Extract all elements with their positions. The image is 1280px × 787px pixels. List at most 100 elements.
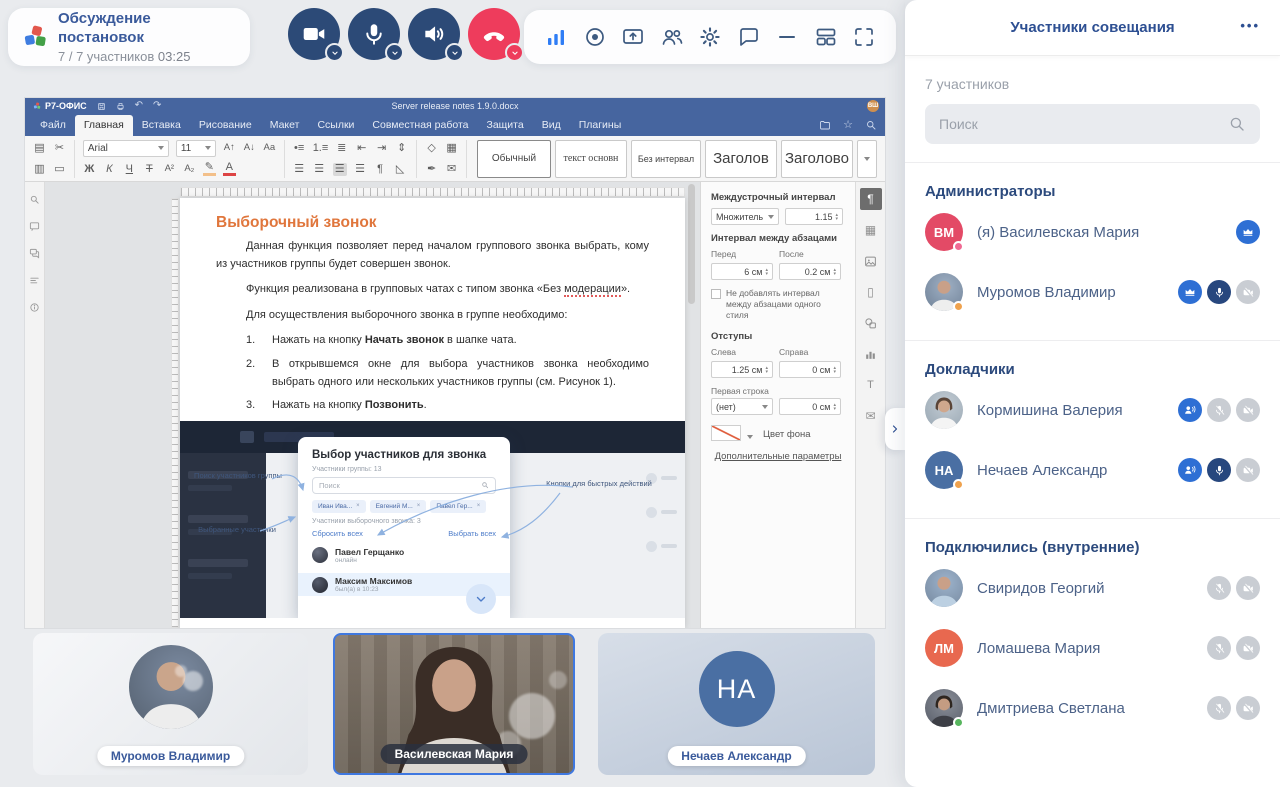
speaker-toggle-button[interactable] xyxy=(408,8,460,60)
tab-protection[interactable]: Защита xyxy=(477,115,532,136)
font-family-select[interactable]: Arial xyxy=(83,140,169,157)
tab-view[interactable]: Вид xyxy=(533,115,570,136)
mic-off-icon[interactable] xyxy=(1207,398,1231,422)
image-settings-icon[interactable] xyxy=(860,250,882,272)
copy-icon[interactable]: ▥ xyxy=(33,164,46,175)
shading-icon[interactable]: ◺ xyxy=(394,164,407,175)
favorite-star-icon[interactable]: ☆ xyxy=(843,118,853,131)
tab-file[interactable]: Файл xyxy=(31,115,75,136)
bold-button[interactable]: Ж xyxy=(83,164,96,175)
speaker-role-icon[interactable] xyxy=(1178,398,1202,422)
paste-icon[interactable]: ▤ xyxy=(33,143,46,154)
save-icon[interactable] xyxy=(97,102,106,111)
change-case-icon[interactable]: Aa xyxy=(263,143,276,153)
participant-row[interactable]: Свиридов Георгий xyxy=(925,558,1260,618)
style-no-spacing[interactable]: Без интервал xyxy=(631,140,701,178)
editor-search-icon[interactable] xyxy=(865,119,877,131)
mic-off-icon[interactable] xyxy=(1207,696,1231,720)
chat-icon[interactable] xyxy=(737,25,761,49)
camera-options-chevron[interactable] xyxy=(325,43,344,62)
tab-references[interactable]: Ссылки xyxy=(308,115,363,136)
video-tile-nechaev[interactable]: НА Нечаев Александр xyxy=(598,633,875,775)
account-avatar[interactable]: ВШ xyxy=(867,100,879,112)
indent-right-stepper[interactable]: 0 см▴▾ xyxy=(779,361,841,378)
camera-off-icon[interactable] xyxy=(1236,398,1260,422)
clear-style-icon[interactable]: ◇ xyxy=(425,143,438,154)
bullet-list-icon[interactable]: •≡ xyxy=(293,143,306,154)
mic-on-icon[interactable] xyxy=(1207,280,1231,304)
spacing-before-stepper[interactable]: 6 см▴▾ xyxy=(711,263,773,280)
about-info-icon[interactable] xyxy=(29,302,40,313)
admin-crown-icon[interactable] xyxy=(1236,220,1260,244)
record-icon[interactable] xyxy=(583,25,607,49)
advanced-settings-link[interactable]: Дополнительные параметры xyxy=(711,451,845,462)
video-tile-muromov[interactable]: Муромов Владимир xyxy=(33,633,308,775)
style-gallery-more[interactable] xyxy=(857,140,877,178)
tab-collaboration[interactable]: Совместная работа xyxy=(363,115,477,136)
search-input[interactable] xyxy=(939,116,1228,132)
panel-menu-dots[interactable]: ••• xyxy=(1240,18,1260,33)
horizontal-ruler[interactable] xyxy=(180,187,685,197)
underline-button[interactable]: Ч xyxy=(123,164,136,175)
vertical-ruler[interactable] xyxy=(171,198,179,628)
chat-panel-icon[interactable] xyxy=(29,248,40,259)
line-spacing-mode-select[interactable]: Множитель xyxy=(711,208,779,225)
document-page[interactable]: Выборочный звонок Данная функция позволя… xyxy=(180,198,685,628)
camera-toggle-button[interactable] xyxy=(288,8,340,60)
mailmerge-settings-icon[interactable]: ✉ xyxy=(860,405,882,427)
decrease-font-icon[interactable]: A↓ xyxy=(243,143,256,153)
participant-row[interactable]: Муромов Владимир xyxy=(925,262,1260,322)
align-right-icon[interactable]: ☰ xyxy=(354,164,367,175)
camera-off-icon[interactable] xyxy=(1236,458,1260,482)
comments-icon[interactable] xyxy=(29,221,40,232)
style-normal[interactable]: Обычный xyxy=(477,140,551,178)
tab-insert[interactable]: Вставка xyxy=(133,115,190,136)
minimize-icon[interactable] xyxy=(775,25,799,49)
tab-plugins[interactable]: Плагины xyxy=(570,115,631,136)
screen-share-icon[interactable] xyxy=(621,25,645,49)
navigation-icon[interactable] xyxy=(29,275,40,286)
first-line-stepper[interactable]: 0 см▴▾ xyxy=(779,398,841,415)
hangup-options-chevron[interactable] xyxy=(505,43,524,62)
font-size-select[interactable]: 11 xyxy=(176,140,216,157)
find-icon[interactable] xyxy=(29,194,40,205)
superscript-button[interactable]: A² xyxy=(163,164,176,174)
participant-row[interactable]: Кормишина Валерия xyxy=(925,380,1260,440)
line-spacing-value-stepper[interactable]: 1.15▴▾ xyxy=(785,208,843,225)
paragraph-marks-icon[interactable]: ¶ xyxy=(374,164,387,175)
table-settings-icon[interactable]: ▦ xyxy=(860,219,882,241)
shape-settings-icon[interactable] xyxy=(860,312,882,334)
tab-draw[interactable]: Рисование xyxy=(190,115,261,136)
align-justify-icon[interactable]: ☰ xyxy=(333,163,347,176)
camera-off-icon[interactable] xyxy=(1236,576,1260,600)
connection-stats-icon[interactable] xyxy=(544,25,568,49)
mic-options-chevron[interactable] xyxy=(385,43,404,62)
tab-layout[interactable]: Макет xyxy=(261,115,309,136)
decrease-indent-icon[interactable]: ⇤ xyxy=(355,143,368,154)
speaker-options-chevron[interactable] xyxy=(445,43,464,62)
strikethrough-button[interactable]: Т xyxy=(143,164,156,175)
background-color-swatch[interactable] xyxy=(711,425,741,441)
style-heading1[interactable]: Заголов xyxy=(705,140,777,178)
undo-icon[interactable]: ↶ xyxy=(135,101,143,111)
font-color-button[interactable]: А xyxy=(223,162,236,176)
fullscreen-icon[interactable] xyxy=(852,25,876,49)
header-footer-icon[interactable]: ▯ xyxy=(860,281,882,303)
paragraph-settings-icon[interactable]: ¶ xyxy=(860,188,882,210)
style-body-text[interactable]: текст основн xyxy=(555,140,627,178)
participants-search[interactable] xyxy=(925,104,1260,144)
mic-off-icon[interactable] xyxy=(1207,636,1231,660)
multilevel-list-icon[interactable]: ≣ xyxy=(335,143,348,154)
participant-row[interactable]: ЛМ Ломашева Мария xyxy=(925,618,1260,678)
sidebar-collapse-button[interactable] xyxy=(885,408,905,450)
camera-off-icon[interactable] xyxy=(1236,280,1260,304)
first-line-select[interactable]: (нет) xyxy=(711,398,773,415)
italic-button[interactable]: К xyxy=(103,164,116,175)
participants-icon[interactable] xyxy=(660,25,684,49)
hangup-button[interactable] xyxy=(468,8,520,60)
mic-off-icon[interactable] xyxy=(1207,576,1231,600)
align-left-icon[interactable]: ☰ xyxy=(293,164,306,175)
camera-off-icon[interactable] xyxy=(1236,696,1260,720)
align-center-icon[interactable]: ☰ xyxy=(313,164,326,175)
cut-icon[interactable]: ✂ xyxy=(53,143,66,154)
